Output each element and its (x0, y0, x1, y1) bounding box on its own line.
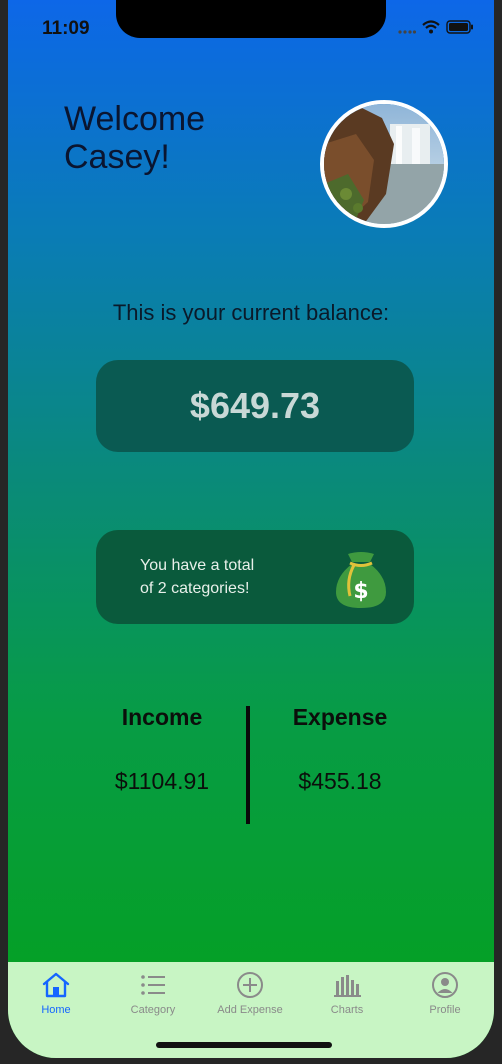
welcome-heading: Welcome Casey! (64, 100, 205, 176)
tab-home[interactable]: Home (11, 970, 101, 1016)
plus-circle-icon (205, 970, 295, 1000)
welcome-line-2: Casey! (64, 138, 170, 176)
status-icons (398, 20, 474, 39)
tab-add-expense[interactable]: Add Expense (205, 970, 295, 1016)
tab-charts[interactable]: Charts (302, 970, 392, 1016)
home-icon (11, 970, 101, 1000)
categories-text-line-2: of 2 categories! (140, 580, 250, 597)
avatar[interactable] (320, 100, 448, 228)
phone-frame: 11:09 Welcome Casey! This is your curren… (0, 0, 502, 1064)
device-notch (116, 0, 386, 38)
balance-value: $649.73 (189, 385, 321, 426)
app-screen: 11:09 Welcome Casey! This is your curren… (8, 0, 494, 1058)
balance-card: $649.73 (96, 360, 414, 452)
welcome-line-1: Welcome (64, 100, 206, 138)
list-icon (108, 970, 198, 1000)
person-circle-icon (400, 970, 490, 1000)
categories-text-line-1: You have a total (140, 557, 255, 574)
home-indicator (156, 1042, 332, 1048)
signal-icon (398, 21, 417, 39)
income-value: $1104.91 (114, 768, 210, 794)
status-time: 11:09 (42, 18, 90, 39)
tab-profile[interactable]: Profile (400, 970, 490, 1016)
tab-category-label: Category (130, 1004, 176, 1016)
money-bag-icon: $ (332, 550, 390, 610)
expense-value: $455.18 (298, 768, 382, 794)
categories-summary-text: You have a total of 2 categories! (140, 554, 290, 600)
tab-profile-label: Profile (429, 1004, 461, 1016)
tab-category[interactable]: Category (108, 970, 198, 1016)
balance-label: This is your current balance: (112, 300, 390, 325)
bar-chart-icon (302, 970, 392, 1000)
tab-add-expense-label: Add Expense (217, 1004, 283, 1016)
categories-card[interactable]: You have a total of 2 categories! $ (96, 530, 414, 624)
wifi-icon (422, 20, 440, 39)
tab-home-label: Home (41, 1004, 71, 1016)
svg-text:$: $ (353, 579, 368, 604)
tab-charts-label: Charts (330, 1004, 364, 1016)
summary-divider (246, 706, 250, 824)
expense-label: Expense (292, 704, 388, 730)
battery-icon (446, 20, 474, 39)
income-label: Income (121, 704, 203, 730)
